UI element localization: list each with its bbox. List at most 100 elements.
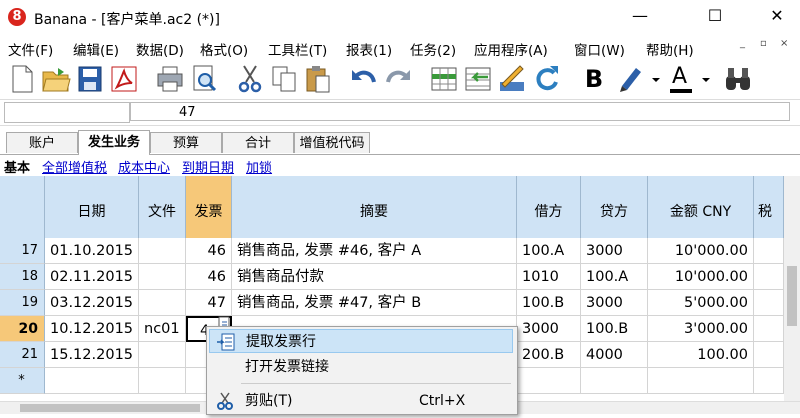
menu-window[interactable]: 窗口(W) — [574, 39, 625, 59]
date-cell[interactable] — [45, 368, 139, 394]
move-rows-icon[interactable] — [462, 62, 494, 96]
doc-cell[interactable] — [139, 368, 186, 394]
vat-cell[interactable] — [754, 316, 784, 342]
column-header-doc[interactable]: 文件 — [139, 176, 186, 247]
debit-cell[interactable] — [517, 368, 581, 394]
invoice-cell[interactable]: 46 — [186, 264, 232, 290]
menu-reports[interactable]: 报表(1) — [346, 39, 392, 59]
doc-cell[interactable] — [139, 290, 186, 316]
date-cell[interactable]: 03.12.2015 — [45, 290, 139, 316]
context-item-cut[interactable]: 剪贴(T) Ctrl+X — [209, 389, 513, 413]
column-header-vat[interactable]: 税 — [754, 176, 784, 247]
mdi-minimize-button[interactable]: _ — [740, 38, 745, 49]
context-item-open-invoice-link[interactable]: 打开发票链接 — [209, 355, 513, 379]
credit-cell[interactable]: 100.A — [581, 264, 648, 290]
refresh-icon[interactable] — [530, 62, 562, 96]
invoice-cell[interactable]: 46 — [186, 238, 232, 264]
vat-cell[interactable] — [754, 342, 784, 368]
menu-format[interactable]: 格式(O) — [200, 39, 248, 59]
vat-cell[interactable] — [754, 290, 784, 316]
table-row[interactable]: 19 03.12.2015 47 销售商品, 发票 #47, 客户 B 100.… — [0, 290, 784, 316]
close-button[interactable]: ✕ — [754, 0, 800, 34]
column-header-invoice[interactable]: 发票 — [186, 176, 232, 247]
pdf-icon[interactable] — [108, 62, 140, 96]
date-cell[interactable]: 02.11.2015 — [45, 264, 139, 290]
date-cell[interactable]: 01.10.2015 — [45, 238, 139, 264]
doc-cell[interactable] — [139, 238, 186, 264]
minimize-button[interactable]: — — [617, 0, 663, 34]
bold-icon[interactable]: B — [578, 62, 610, 96]
open-folder-icon[interactable] — [40, 62, 72, 96]
menu-tasks[interactable]: 任务(2) — [410, 39, 456, 59]
cell-reference-field[interactable] — [4, 102, 130, 123]
view-cost-centers[interactable]: 成本中心 — [118, 157, 170, 176]
view-basic[interactable]: 基本 — [4, 157, 30, 176]
credit-cell[interactable] — [581, 368, 648, 394]
tab-accounts[interactable]: 账户 — [6, 132, 78, 153]
tab-totals[interactable]: 合计 — [222, 132, 294, 153]
tab-vat-codes[interactable]: 增值税代码 — [294, 132, 370, 153]
new-file-icon[interactable] — [6, 62, 38, 96]
debit-cell[interactable]: 100.A — [517, 238, 581, 264]
mdi-restore-button[interactable]: ▫ — [760, 38, 767, 49]
date-cell[interactable]: 15.12.2015 — [45, 342, 139, 368]
paste-icon[interactable] — [302, 62, 334, 96]
print-icon[interactable] — [154, 62, 186, 96]
doc-cell[interactable] — [139, 342, 186, 368]
table-row[interactable]: 17 01.10.2015 46 销售商品, 发票 #46, 客户 A 100.… — [0, 238, 784, 264]
redo-icon[interactable] — [382, 62, 414, 96]
vat-cell[interactable] — [754, 368, 784, 394]
menu-edit[interactable]: 编辑(E) — [73, 39, 119, 59]
column-header-date[interactable]: 日期 — [45, 176, 139, 247]
view-all-vat[interactable]: 全部增值税 — [42, 157, 107, 176]
amount-cell[interactable]: 5'000.00 — [648, 290, 754, 316]
debit-cell[interactable]: 1010 — [517, 264, 581, 290]
vertical-scrollbar[interactable] — [784, 176, 800, 401]
debit-cell[interactable]: 200.B — [517, 342, 581, 368]
menu-apps[interactable]: 应用程序(A) — [474, 39, 548, 59]
amount-cell[interactable]: 10'000.00 — [648, 264, 754, 290]
amount-cell[interactable] — [648, 368, 754, 394]
font-color-icon[interactable]: A — [664, 62, 712, 96]
context-item-extract-invoice[interactable]: 提取发票行 — [209, 329, 513, 353]
description-cell[interactable]: 销售商品, 发票 #46, 客户 A — [232, 238, 517, 264]
tab-transactions[interactable]: 发生业务 — [78, 130, 150, 155]
copy-icon[interactable] — [268, 62, 300, 96]
debit-cell[interactable]: 100.B — [517, 290, 581, 316]
vat-cell[interactable] — [754, 238, 784, 264]
menu-toolbar[interactable]: 工具栏(T) — [268, 39, 327, 59]
debit-cell[interactable]: 3000 — [517, 316, 581, 342]
horizontal-scrollbar-thumb[interactable] — [20, 404, 200, 412]
credit-cell[interactable]: 3000 — [581, 290, 648, 316]
add-rows-icon[interactable] — [428, 62, 460, 96]
description-cell[interactable]: 销售商品付款 — [232, 264, 517, 290]
column-header-description[interactable]: 摘要 — [232, 176, 517, 247]
save-icon[interactable] — [74, 62, 106, 96]
invoice-cell[interactable]: 47 — [186, 290, 232, 316]
description-cell[interactable]: 销售商品, 发票 #47, 客户 B — [232, 290, 517, 316]
recheck-icon[interactable] — [496, 62, 528, 96]
menu-help[interactable]: 帮助(H) — [646, 39, 694, 59]
column-header-credit[interactable]: 贷方 — [581, 176, 648, 247]
highlighter-icon[interactable] — [614, 62, 662, 96]
maximize-button[interactable]: ☐ — [692, 0, 738, 34]
column-header-debit[interactable]: 借方 — [517, 176, 581, 247]
table-row[interactable]: 18 02.11.2015 46 销售商品付款 1010 100.A 10'00… — [0, 264, 784, 290]
print-preview-icon[interactable] — [188, 62, 220, 96]
menu-file[interactable]: 文件(F) — [8, 39, 53, 59]
tab-budget[interactable]: 预算 — [150, 132, 222, 153]
undo-icon[interactable] — [348, 62, 380, 96]
scrollbar-thumb[interactable] — [787, 266, 797, 326]
view-lock[interactable]: 加锁 — [246, 157, 272, 176]
date-cell[interactable]: 10.12.2015 — [45, 316, 139, 342]
doc-cell[interactable]: nc01 — [139, 316, 186, 342]
cell-value-field[interactable]: 47 — [130, 102, 790, 121]
vat-cell[interactable] — [754, 264, 784, 290]
find-icon[interactable] — [722, 62, 754, 96]
credit-cell[interactable]: 4000 — [581, 342, 648, 368]
column-header-amount[interactable]: 金额 CNY — [648, 176, 754, 247]
view-due-date[interactable]: 到期日期 — [182, 157, 234, 176]
cut-icon[interactable] — [234, 62, 266, 96]
amount-cell[interactable]: 10'000.00 — [648, 238, 754, 264]
doc-cell[interactable] — [139, 264, 186, 290]
